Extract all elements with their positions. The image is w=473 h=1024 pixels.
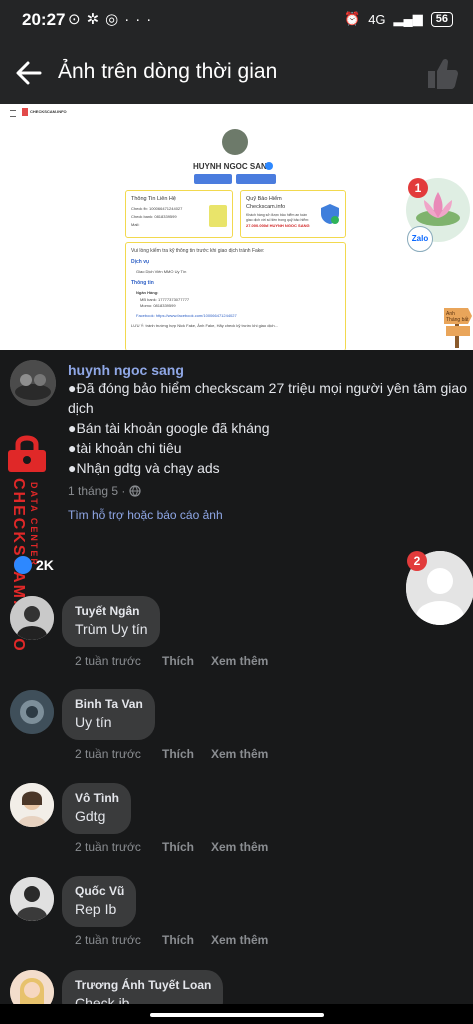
page-title: Ảnh trên dòng thời gian <box>58 60 278 83</box>
messenger-icon: ◎ <box>105 11 125 28</box>
note-text: LƯU Ý: tránh trường hợp Nick Fake, Ảnh F… <box>131 323 278 328</box>
comment-actions: 2 tuần trước Thích Xem thêm <box>75 933 268 947</box>
insurance-card: Quỹ Bảo Hiểm Checkscam.info Khách hàng s… <box>240 190 346 238</box>
service-item: Giao Dịch Viên MMO Uy Tín <box>136 269 187 274</box>
comment-actions: 2 tuần trước Thích Xem thêm <box>75 747 268 761</box>
insurance-owner: HUYNH NGOC SANG <box>269 223 310 228</box>
poster-avatar[interactable] <box>10 360 56 406</box>
see-more-button[interactable]: Xem thêm <box>211 933 268 947</box>
comment-time: 2 tuần trước <box>75 747 141 761</box>
reaction-summary[interactable]: 2K <box>14 556 54 574</box>
caption-line: ●Nhận gdtg và chạy ads <box>68 460 220 476</box>
commenter-name[interactable]: Quốc Vũ <box>75 883 124 899</box>
post-meta: 1 tháng 5 · <box>68 484 141 498</box>
network-label: 4G <box>368 11 386 27</box>
comment-bubble[interactable]: Tuyết Ngân Trùm Uy tín <box>62 596 160 647</box>
signpost-text: Anh Tháng bất <box>446 311 469 323</box>
notification-icons: ⊙✲◎··· <box>68 10 157 28</box>
comment-bubble[interactable]: Vô Tình Gdtg <box>62 783 131 834</box>
commenter-avatar[interactable] <box>10 690 54 734</box>
commenter-avatar[interactable] <box>10 596 54 640</box>
poster-name[interactable]: huynh ngoc sang <box>68 362 184 378</box>
insurance-title: Quỹ Bảo Hiểm Checkscam.info <box>246 196 286 210</box>
logo-icon <box>22 108 28 116</box>
chat-head-2-badge: 2 <box>407 551 427 571</box>
comment-actions: 2 tuần trước Thích Xem thêm <box>75 654 268 668</box>
post-date: 1 tháng 5 · <box>68 484 126 498</box>
post-caption: ●Đã đóng bảo hiểm checkscam 27 triệu mọi… <box>68 378 468 478</box>
comment-bubble[interactable]: Binh Ta Van Uy tín <box>62 689 155 740</box>
see-more-button[interactable]: Xem thêm <box>211 654 268 668</box>
contact-illustration <box>209 205 227 227</box>
comment-text: Gdtg <box>75 808 106 824</box>
like-button[interactable]: Thích <box>162 933 211 947</box>
profile-avatar <box>222 129 248 155</box>
comment-text: Trùm Uy tín <box>75 621 148 637</box>
thumbs-up-icon[interactable] <box>425 56 459 90</box>
like-button[interactable]: Thích <box>162 840 211 854</box>
comment-time: 2 tuần trước <box>75 933 141 947</box>
shield-icon <box>321 204 339 224</box>
alarm-icon: ⏰ <box>344 11 361 26</box>
commenter-name[interactable]: Tuyết Ngân <box>75 603 148 619</box>
status-time: 20:27 <box>22 10 66 29</box>
info-title: Thông tin <box>131 280 154 286</box>
back-arrow-icon[interactable] <box>14 58 44 88</box>
commenter-name[interactable]: Trương Ánh Tuyết Loan <box>75 977 211 993</box>
chat-head-1-badge: 1 <box>408 178 428 198</box>
like-reaction-icon <box>14 556 32 574</box>
more-icon: ··· <box>124 11 158 28</box>
see-more-button[interactable]: Xem thêm <box>211 840 268 854</box>
facebook-link: Facebook: https://www.facebook.com/10006… <box>136 313 237 318</box>
comment-bubble[interactable]: Quốc Vũ Rep Ib <box>62 876 137 927</box>
services-title: Dịch vụ <box>131 259 150 265</box>
site-logo: CHECKSCAM.INFO <box>30 109 67 114</box>
system-nav-bar <box>0 1004 473 1024</box>
lock-icon <box>8 435 46 472</box>
verified-icon <box>265 162 273 170</box>
commenter-name[interactable]: Binh Ta Van <box>75 696 143 712</box>
reaction-count: 2K <box>36 557 54 573</box>
commenter-avatar[interactable] <box>10 877 54 921</box>
battery-indicator: 56 <box>430 11 453 27</box>
like-button[interactable]: Thích <box>162 654 211 668</box>
info-card: Vui lòng kiểm tra kỹ thông tin trước khi… <box>125 242 346 350</box>
comment-text: Uy tín <box>75 714 112 730</box>
header-bar: Ảnh trên dòng thời gian <box>0 42 473 104</box>
warning-text: Vui lòng kiểm tra kỹ thông tin trước khi… <box>131 248 265 254</box>
signpost-icon: Anh Tháng bất <box>442 302 472 348</box>
bank-label: Ngân Hàng: <box>136 290 159 295</box>
status-bar: 20:27 ⊙✲◎··· ⏰ 4G ▂▄▆ 56 <box>0 0 473 42</box>
watermark-subtext: DATA CENTER <box>29 482 39 567</box>
status-right: ⏰ 4G ▂▄▆ 56 <box>344 11 453 27</box>
comment-text: Rep Ib <box>75 901 117 917</box>
caption-line: ●Đã đóng bảo hiểm checkscam 27 triệu mọi… <box>68 380 467 416</box>
contact-title: Thông Tin Liên Hệ <box>131 196 176 202</box>
caption-line: ●Bán tài khoản google đã kháng <box>68 420 270 436</box>
badge-icon: ⊙ <box>68 11 87 28</box>
check-bank-button[interactable]: Check bank <box>194 174 232 188</box>
comment-actions: 2 tuần trước Thích Xem thêm <box>75 840 268 854</box>
insurance-amount: 27.000.000đ <box>246 223 269 228</box>
signal-icon: ▂▄▆ <box>393 11 423 26</box>
see-more-button[interactable]: Xem thêm <box>211 747 268 761</box>
home-gesture-handle[interactable] <box>150 1013 324 1017</box>
zalo-app-badge: Zalo <box>407 226 433 252</box>
caption-line: ●tài khoản chi tiêu <box>68 440 182 456</box>
comment-time: 2 tuần trước <box>75 840 141 854</box>
commenter-avatar[interactable] <box>10 783 54 827</box>
profile-name: HUYNH NGOC SANG <box>193 162 274 171</box>
check-phone-button[interactable]: Check phone <box>236 174 276 188</box>
commenter-name[interactable]: Vô Tình <box>75 790 119 806</box>
contact-card: Thông Tin Liên Hệ Check fb: 100066471244… <box>125 190 233 238</box>
globe-icon <box>129 485 141 497</box>
report-photo-link[interactable]: Tìm hỗ trợ hoặc báo cáo ảnh <box>68 508 223 522</box>
like-button[interactable]: Thích <box>162 747 211 761</box>
comment-time: 2 tuần trước <box>75 654 141 668</box>
paw-icon: ✲ <box>86 11 106 28</box>
post-photo[interactable]: CHECKSCAM.INFO HUYNH NGOC SANG Check ban… <box>0 104 473 350</box>
insurance-text: Khách hàng sở được bảo hiểm an toàn giao… <box>246 213 309 222</box>
menu-icon <box>10 110 16 117</box>
